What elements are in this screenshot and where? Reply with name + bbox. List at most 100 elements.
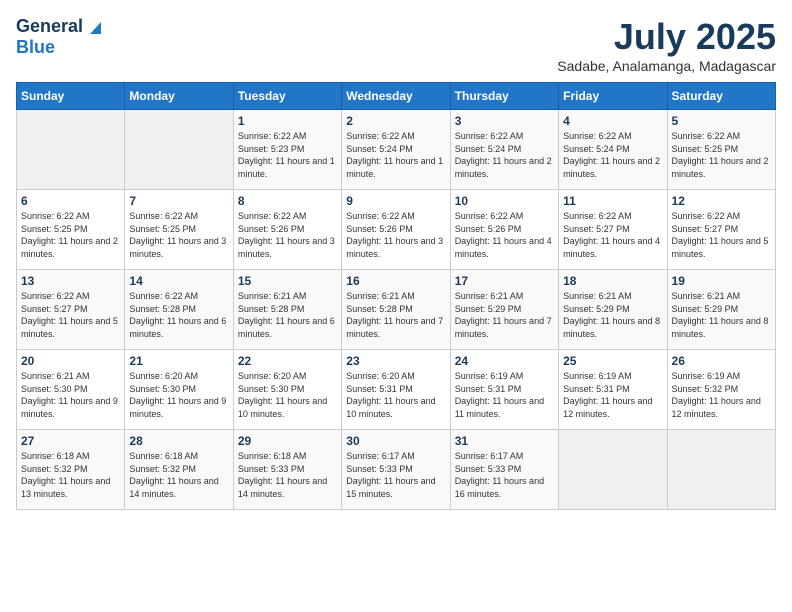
day-detail: Sunrise: 6:21 AMSunset: 5:29 PMDaylight:… bbox=[455, 290, 554, 340]
day-cell: 3 Sunrise: 6:22 AMSunset: 5:24 PMDaylight… bbox=[450, 110, 558, 190]
title-area: July 2025 Sadabe, Analamanga, Madagascar bbox=[557, 16, 776, 74]
day-cell: 12Sunrise: 6:22 AMSunset: 5:27 PMDayligh… bbox=[667, 190, 775, 270]
calendar-table: SundayMondayTuesdayWednesdayThursdayFrid… bbox=[16, 82, 776, 510]
day-number: 9 bbox=[346, 194, 445, 208]
day-number: 3 bbox=[455, 114, 554, 128]
header-cell-saturday: Saturday bbox=[667, 83, 775, 110]
day-detail: Sunrise: 6:19 AMSunset: 5:31 PMDaylight:… bbox=[455, 370, 554, 420]
day-cell: 31 Sunrise: 6:17 AMSunset: 5:33 PMDayligh… bbox=[450, 430, 558, 510]
day-detail: Sunrise: 6:22 AMSunset: 5:25 PMDaylight:… bbox=[129, 210, 228, 260]
day-detail: Sunrise: 6:22 AMSunset: 5:27 PMDaylight:… bbox=[21, 290, 120, 340]
day-cell: 5 Sunrise: 6:22 AMSunset: 5:25 PMDaylight… bbox=[667, 110, 775, 190]
day-cell bbox=[559, 430, 667, 510]
logo-icon bbox=[85, 18, 103, 36]
day-detail: Sunrise: 6:22 AMSunset: 5:27 PMDaylight:… bbox=[563, 210, 662, 260]
day-detail: Sunrise: 6:18 AMSunset: 5:33 PMDaylight:… bbox=[238, 450, 337, 500]
logo-blue: Blue bbox=[16, 37, 55, 57]
day-cell: 13Sunrise: 6:22 AMSunset: 5:27 PMDayligh… bbox=[17, 270, 125, 350]
header-cell-monday: Monday bbox=[125, 83, 233, 110]
day-cell: 22 Sunrise: 6:20 AMSunset: 5:30 PMDayligh… bbox=[233, 350, 341, 430]
day-cell: 25 Sunrise: 6:19 AMSunset: 5:31 PMDayligh… bbox=[559, 350, 667, 430]
day-cell: 26 Sunrise: 6:19 AMSunset: 5:32 PMDayligh… bbox=[667, 350, 775, 430]
day-number: 25 bbox=[563, 354, 662, 368]
day-cell bbox=[667, 430, 775, 510]
day-detail: Sunrise: 6:22 AMSunset: 5:24 PMDaylight:… bbox=[563, 130, 662, 180]
day-cell: 7Sunrise: 6:22 AMSunset: 5:25 PMDaylight… bbox=[125, 190, 233, 270]
day-detail: Sunrise: 6:18 AMSunset: 5:32 PMDaylight:… bbox=[129, 450, 228, 500]
day-number: 2 bbox=[346, 114, 445, 128]
day-number: 16 bbox=[346, 274, 445, 288]
day-cell: 17Sunrise: 6:21 AMSunset: 5:29 PMDayligh… bbox=[450, 270, 558, 350]
day-detail: Sunrise: 6:22 AMSunset: 5:26 PMDaylight:… bbox=[238, 210, 337, 260]
day-cell: 11 Sunrise: 6:22 AMSunset: 5:27 PMDayligh… bbox=[559, 190, 667, 270]
day-number: 15 bbox=[238, 274, 337, 288]
day-number: 8 bbox=[238, 194, 337, 208]
day-number: 26 bbox=[672, 354, 771, 368]
day-cell bbox=[125, 110, 233, 190]
day-detail: Sunrise: 6:17 AMSunset: 5:33 PMDaylight:… bbox=[346, 450, 445, 500]
day-cell: 29 Sunrise: 6:18 AMSunset: 5:33 PMDayligh… bbox=[233, 430, 341, 510]
day-cell: 2 Sunrise: 6:22 AMSunset: 5:24 PMDaylight… bbox=[342, 110, 450, 190]
logo-general: General bbox=[16, 16, 83, 37]
day-detail: Sunrise: 6:21 AMSunset: 5:28 PMDaylight:… bbox=[238, 290, 337, 340]
day-detail: Sunrise: 6:22 AMSunset: 5:25 PMDaylight:… bbox=[672, 130, 771, 180]
day-number: 14 bbox=[129, 274, 228, 288]
day-number: 21 bbox=[129, 354, 228, 368]
day-number: 30 bbox=[346, 434, 445, 448]
day-number: 24 bbox=[455, 354, 554, 368]
day-detail: Sunrise: 6:22 AMSunset: 5:26 PMDaylight:… bbox=[346, 210, 445, 260]
day-number: 11 bbox=[563, 194, 662, 208]
header-cell-sunday: Sunday bbox=[17, 83, 125, 110]
header-cell-friday: Friday bbox=[559, 83, 667, 110]
week-row-2: 6 Sunrise: 6:22 AMSunset: 5:25 PMDaylight… bbox=[17, 190, 776, 270]
day-detail: Sunrise: 6:21 AMSunset: 5:29 PMDaylight:… bbox=[563, 290, 662, 340]
header-cell-tuesday: Tuesday bbox=[233, 83, 341, 110]
day-detail: Sunrise: 6:21 AMSunset: 5:30 PMDaylight:… bbox=[21, 370, 120, 420]
day-detail: Sunrise: 6:19 AMSunset: 5:31 PMDaylight:… bbox=[563, 370, 662, 420]
day-detail: Sunrise: 6:22 AMSunset: 5:27 PMDaylight:… bbox=[672, 210, 771, 260]
day-number: 31 bbox=[455, 434, 554, 448]
day-detail: Sunrise: 6:22 AMSunset: 5:26 PMDaylight:… bbox=[455, 210, 554, 260]
logo: General Blue bbox=[16, 16, 103, 58]
header-row: SundayMondayTuesdayWednesdayThursdayFrid… bbox=[17, 83, 776, 110]
day-cell: 9 Sunrise: 6:22 AMSunset: 5:26 PMDaylight… bbox=[342, 190, 450, 270]
day-number: 28 bbox=[129, 434, 228, 448]
day-number: 22 bbox=[238, 354, 337, 368]
day-number: 23 bbox=[346, 354, 445, 368]
day-detail: Sunrise: 6:21 AMSunset: 5:28 PMDaylight:… bbox=[346, 290, 445, 340]
day-cell: 20Sunrise: 6:21 AMSunset: 5:30 PMDayligh… bbox=[17, 350, 125, 430]
day-number: 27 bbox=[21, 434, 120, 448]
day-cell: 16 Sunrise: 6:21 AMSunset: 5:28 PMDayligh… bbox=[342, 270, 450, 350]
day-number: 19 bbox=[672, 274, 771, 288]
day-cell: 4 Sunrise: 6:22 AMSunset: 5:24 PMDaylight… bbox=[559, 110, 667, 190]
day-cell: 27Sunrise: 6:18 AMSunset: 5:32 PMDayligh… bbox=[17, 430, 125, 510]
day-number: 29 bbox=[238, 434, 337, 448]
day-cell: 10Sunrise: 6:22 AMSunset: 5:26 PMDayligh… bbox=[450, 190, 558, 270]
week-row-3: 13Sunrise: 6:22 AMSunset: 5:27 PMDayligh… bbox=[17, 270, 776, 350]
day-cell: 15 Sunrise: 6:21 AMSunset: 5:28 PMDayligh… bbox=[233, 270, 341, 350]
day-number: 5 bbox=[672, 114, 771, 128]
day-number: 6 bbox=[21, 194, 120, 208]
location: Sadabe, Analamanga, Madagascar bbox=[557, 58, 776, 74]
day-detail: Sunrise: 6:20 AMSunset: 5:30 PMDaylight:… bbox=[129, 370, 228, 420]
day-number: 4 bbox=[563, 114, 662, 128]
day-detail: Sunrise: 6:22 AMSunset: 5:25 PMDaylight:… bbox=[21, 210, 120, 260]
day-detail: Sunrise: 6:17 AMSunset: 5:33 PMDaylight:… bbox=[455, 450, 554, 500]
month-title: July 2025 bbox=[557, 16, 776, 58]
calendar-header: SundayMondayTuesdayWednesdayThursdayFrid… bbox=[17, 83, 776, 110]
day-detail: Sunrise: 6:22 AMSunset: 5:24 PMDaylight:… bbox=[346, 130, 445, 180]
day-detail: Sunrise: 6:20 AMSunset: 5:31 PMDaylight:… bbox=[346, 370, 445, 420]
day-detail: Sunrise: 6:20 AMSunset: 5:30 PMDaylight:… bbox=[238, 370, 337, 420]
day-detail: Sunrise: 6:21 AMSunset: 5:29 PMDaylight:… bbox=[672, 290, 771, 340]
week-row-1: 1Sunrise: 6:22 AMSunset: 5:23 PMDaylight… bbox=[17, 110, 776, 190]
day-cell: 18 Sunrise: 6:21 AMSunset: 5:29 PMDayligh… bbox=[559, 270, 667, 350]
day-cell: 28 Sunrise: 6:18 AMSunset: 5:32 PMDayligh… bbox=[125, 430, 233, 510]
day-number: 18 bbox=[563, 274, 662, 288]
day-number: 1 bbox=[238, 114, 337, 128]
day-cell: 14 Sunrise: 6:22 AMSunset: 5:28 PMDayligh… bbox=[125, 270, 233, 350]
day-detail: Sunrise: 6:19 AMSunset: 5:32 PMDaylight:… bbox=[672, 370, 771, 420]
day-cell: 24 Sunrise: 6:19 AMSunset: 5:31 PMDayligh… bbox=[450, 350, 558, 430]
day-detail: Sunrise: 6:22 AMSunset: 5:24 PMDaylight:… bbox=[455, 130, 554, 180]
day-detail: Sunrise: 6:22 AMSunset: 5:28 PMDaylight:… bbox=[129, 290, 228, 340]
header-cell-wednesday: Wednesday bbox=[342, 83, 450, 110]
